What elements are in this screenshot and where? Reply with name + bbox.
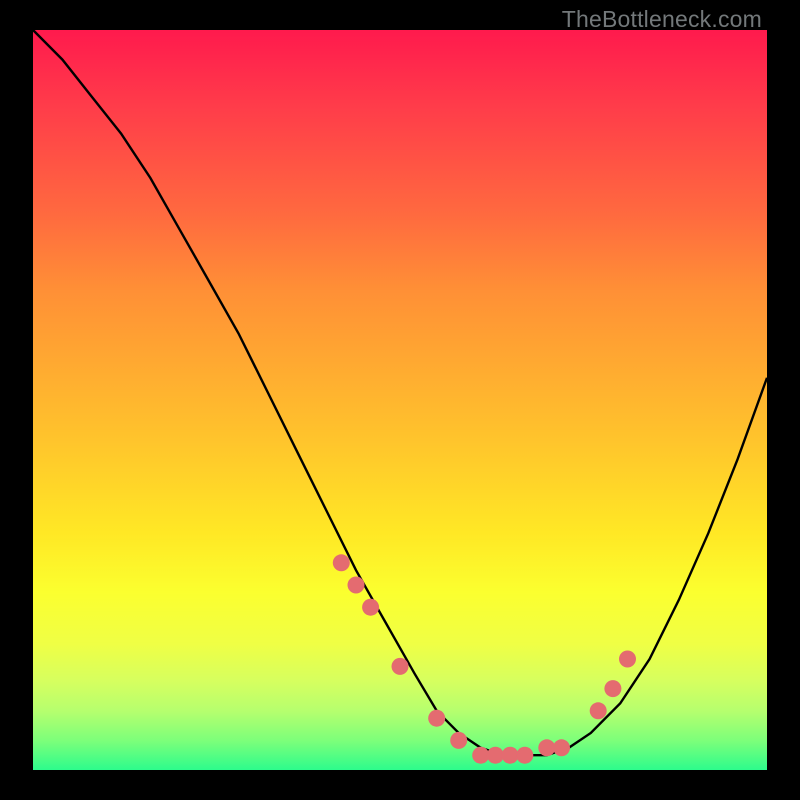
curve-marker <box>604 680 621 697</box>
plot-area <box>33 30 767 770</box>
chart-svg <box>33 30 767 770</box>
curve-marker <box>428 710 445 727</box>
chart-frame <box>33 30 767 770</box>
bottleneck-curve <box>33 30 767 755</box>
curve-marker <box>450 732 467 749</box>
curve-marker <box>538 739 555 756</box>
curve-marker <box>333 554 350 571</box>
curve-marker <box>362 599 379 616</box>
curve-marker <box>348 577 365 594</box>
curve-marker <box>487 747 504 764</box>
curve-marker <box>553 739 570 756</box>
curve-marker <box>516 747 533 764</box>
curve-marker <box>619 651 636 668</box>
curve-marker <box>472 747 489 764</box>
curve-marker <box>392 658 409 675</box>
curve-marker <box>502 747 519 764</box>
curve-marker <box>590 702 607 719</box>
watermark-text: TheBottleneck.com <box>562 6 762 33</box>
